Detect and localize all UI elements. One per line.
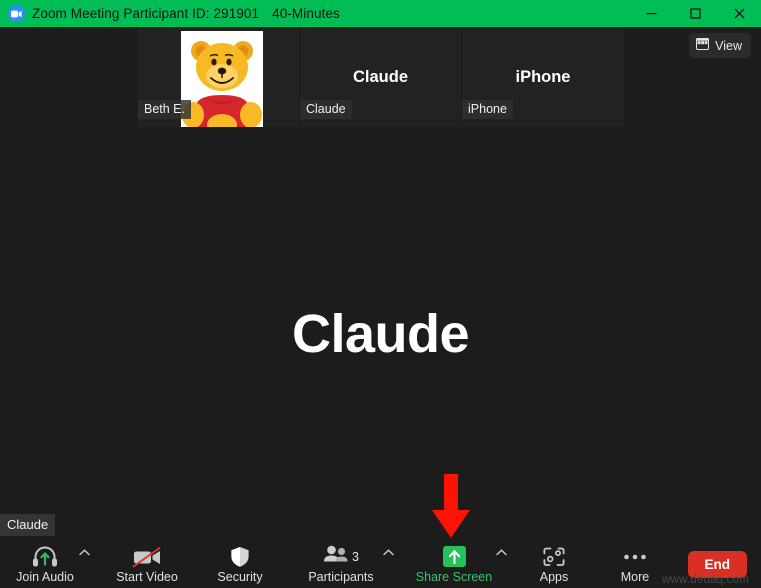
participants-button[interactable]: 3 Participants [302, 541, 380, 588]
minimize-icon[interactable] [629, 0, 673, 27]
thumbnail-tile[interactable]: Beth E. [138, 27, 300, 127]
window-controls [629, 0, 761, 27]
thumbnail-name-label: iPhone [462, 100, 513, 119]
zoom-camera-icon [8, 5, 25, 22]
active-speaker-name: Claude [291, 304, 470, 364]
apps-button[interactable]: Apps [528, 541, 580, 588]
main-video-stage: Claude Claude [0, 127, 761, 541]
start-video-label: Start Video [116, 570, 178, 584]
audio-options-caret-icon[interactable] [76, 541, 92, 588]
security-label: Security [217, 570, 263, 584]
apps-label: Apps [539, 570, 569, 584]
self-view-name-label: Claude [0, 514, 56, 536]
join-audio-button[interactable]: Join Audio [14, 541, 76, 588]
view-button[interactable]: View [689, 33, 751, 58]
zoom-meeting-window: Zoom Meeting Participant ID: 291901 40-Mi… [0, 0, 761, 588]
participants-count-badge: 3 [352, 549, 359, 564]
winnie-the-pooh-avatar [181, 31, 263, 127]
share-options-caret-icon[interactable] [493, 541, 509, 588]
share-screen-button[interactable]: Share Screen [415, 541, 493, 588]
window-title: Zoom Meeting Participant ID: 291901 40-Mi… [32, 6, 340, 21]
start-video-button[interactable]: Start Video [112, 541, 182, 588]
more-dots-icon [623, 544, 647, 569]
participants-options-caret-icon[interactable] [380, 541, 396, 588]
more-label: More [620, 570, 650, 584]
headset-audio-icon [32, 544, 58, 569]
maximize-icon[interactable] [673, 0, 717, 27]
more-button[interactable]: More [609, 541, 661, 588]
window-title-text: Zoom Meeting Participant ID: 291901 [32, 6, 260, 21]
meeting-toolbar: Join Audio Start Video Security 3 Partic… [0, 541, 761, 588]
share-screen-icon-box [442, 546, 466, 567]
participants-label: Participants [308, 570, 374, 584]
thumbnail-tile[interactable]: iPhone iPhone [462, 27, 624, 127]
share-screen-icon [442, 544, 466, 569]
security-button[interactable]: Security [209, 541, 271, 588]
people-icon [323, 545, 349, 568]
participant-thumbnail-strip: Beth E. Claude Claude iPhone iPhone [138, 27, 625, 127]
meeting-duration: 40-Minutes [272, 6, 340, 21]
shield-icon [230, 544, 250, 569]
view-button-label: View [715, 38, 742, 53]
apps-icon [543, 544, 565, 569]
thumbnail-display-name-text: Claude [352, 67, 408, 86]
site-watermark: www.deuaq.com [662, 574, 749, 586]
camera-off-icon [132, 544, 162, 569]
close-icon[interactable] [717, 0, 761, 27]
grid-view-icon [696, 37, 710, 55]
thumbnail-display-name-text: iPhone [515, 67, 571, 86]
thumbnail-name-label: Beth E. [138, 100, 191, 119]
join-audio-label: Join Audio [16, 570, 74, 584]
thumbnail-tile[interactable]: Claude Claude [300, 27, 462, 127]
title-bar: Zoom Meeting Participant ID: 291901 40-Mi… [0, 0, 761, 27]
share-screen-label: Share Screen [415, 570, 493, 584]
thumbnail-name-label: Claude [300, 100, 352, 119]
